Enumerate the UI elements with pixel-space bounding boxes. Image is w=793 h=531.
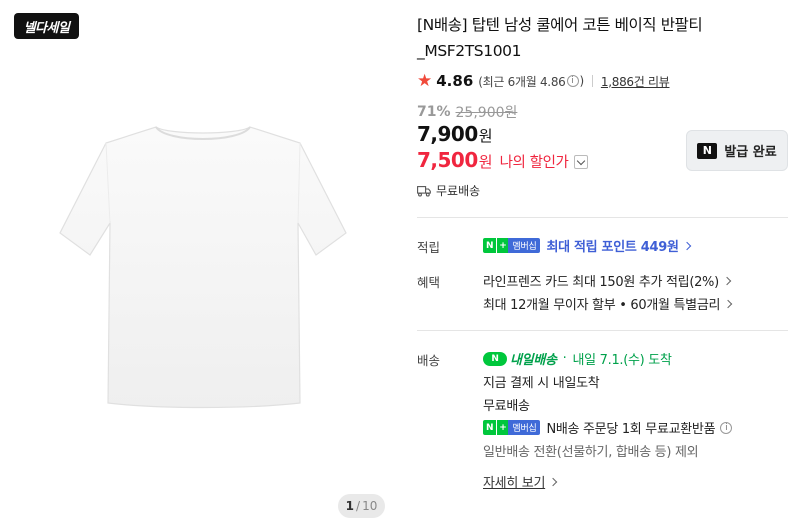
perk-installment-text: 최대 12개월 무이자 할부 • 60개월 특별금리 xyxy=(483,298,721,313)
sale-price: 7,900 xyxy=(417,122,478,146)
pager-current: 1 xyxy=(345,499,355,513)
coupon-button-label: 발급 완료 xyxy=(724,145,777,160)
free-exchange-row: N + 멤버십 N배송 주문당 1회 무료교환반품 i xyxy=(483,418,733,437)
naver-n-icon: N xyxy=(697,142,718,159)
pager-total: 10 xyxy=(362,499,378,513)
shipping-fee-row: 무료배송 xyxy=(417,182,480,199)
sale-badge: 넬다세일 xyxy=(14,13,79,39)
perk-installment-row[interactable]: 최대 12개월 무이자 할부 • 60개월 특별금리 xyxy=(483,294,733,313)
star-icon: ★ xyxy=(417,70,433,91)
product-image[interactable] xyxy=(48,115,358,415)
membership-badge-n: N xyxy=(483,420,497,435)
perk-card-row[interactable]: 라인프렌즈 카드 최대 150원 추가 적립(2%) xyxy=(483,271,732,290)
original-price: 25,900원 xyxy=(455,105,518,121)
pager-separator: / xyxy=(356,499,361,513)
points-label: 적립 xyxy=(417,240,441,255)
rating-recent-close: ) xyxy=(579,74,585,88)
delivery-exclusion-note: 일반배송 전환(선물하기, 합배송 등) 제외 xyxy=(483,445,699,460)
membership-badge: N + 멤버십 xyxy=(483,238,541,253)
price-row: 7,900 원 xyxy=(417,122,493,148)
membership-badge-text: 멤버십 xyxy=(508,238,541,253)
chevron-right-icon xyxy=(548,477,558,486)
truck-icon xyxy=(417,185,431,197)
membership-badge-plus: + xyxy=(496,238,509,253)
divider xyxy=(417,330,788,331)
product-title: [N배송] 탑텐 남성 쿨에어 코튼 베이직 반팔티 _MSF2TS1001 xyxy=(417,16,703,60)
info-icon[interactable]: i xyxy=(720,421,733,434)
tomorrow-delivery-icon: N xyxy=(483,351,507,366)
coupon-issued-button[interactable]: N 발급 완료 xyxy=(686,130,788,171)
separator-dot: · xyxy=(562,351,567,366)
arrival-date: 내일 7.1.(수) 도착 xyxy=(572,353,672,368)
detail-link-text: 자세히 보기 xyxy=(483,476,546,491)
perk-card-text: 라인프렌즈 카드 최대 150원 추가 적립(2%) xyxy=(483,275,719,290)
my-price: 7,500 xyxy=(417,148,478,172)
points-row[interactable]: N + 멤버십 최대 적립 포인트 449원 xyxy=(483,236,691,255)
free-exchange-text: N배송 주문당 1회 무료교환반품 xyxy=(546,422,716,437)
tomorrow-delivery-row: N 내일배송 · 내일 7.1.(수) 도착 xyxy=(483,349,672,368)
chevron-right-icon xyxy=(682,241,691,250)
shipping-fee-text: 무료배송 xyxy=(436,184,481,198)
review-count-link[interactable]: 1,886건 리뷰 xyxy=(601,73,670,90)
tomorrow-delivery-badge: N 내일배송 xyxy=(483,349,557,368)
chevron-down-icon[interactable] xyxy=(573,155,588,169)
delivery-label: 배송 xyxy=(417,353,441,368)
my-price-row: 7,500 원 나의 할인가 xyxy=(417,148,588,174)
perks-label: 혜택 xyxy=(417,275,441,290)
image-pager[interactable]: 1 / 10 xyxy=(338,494,385,518)
membership-badge-plus: + xyxy=(496,420,509,435)
rating-score: 4.86 xyxy=(436,72,474,90)
membership-badge-text: 멤버십 xyxy=(508,420,541,435)
chevron-right-icon xyxy=(722,276,732,285)
delivery-detail-link[interactable]: 자세히 보기 xyxy=(483,472,558,491)
discount-row: 71% 25,900원 xyxy=(417,102,517,122)
my-price-unit: 원 xyxy=(478,153,493,171)
delivery-note: 지금 결제 시 내일도착 xyxy=(483,376,600,391)
rating-row: ★ 4.86 (최근 6개월 4.86 i ) 1,886건 리뷰 xyxy=(417,70,670,91)
membership-badge: N + 멤버십 xyxy=(483,420,541,435)
sale-price-unit: 원 xyxy=(478,127,493,145)
chevron-right-icon xyxy=(723,299,733,308)
rating-recent: (최근 6개월 4.86 xyxy=(478,74,566,89)
divider xyxy=(591,75,593,87)
membership-badge-n: N xyxy=(483,238,497,253)
divider xyxy=(417,217,788,218)
discount-rate: 71% xyxy=(417,104,451,120)
info-icon[interactable]: i xyxy=(566,75,579,87)
my-price-label: 나의 할인가 xyxy=(499,155,569,171)
delivery-free-text: 무료배송 xyxy=(483,399,530,414)
tomorrow-delivery-text: 내일배송 xyxy=(510,353,557,368)
max-points-text: 최대 적립 포인트 449원 xyxy=(546,240,679,255)
